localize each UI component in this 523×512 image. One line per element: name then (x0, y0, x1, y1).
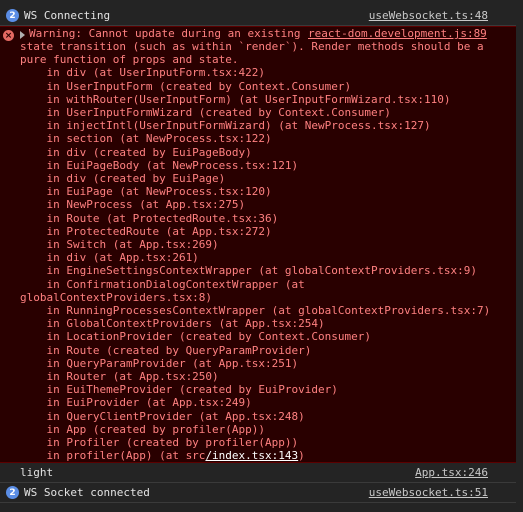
source-link[interactable]: /index.tsx:143 (205, 449, 298, 462)
stack-line: in App (created by profiler(App)) (20, 422, 266, 436)
warning-headline: Warning: Cannot update during an existin… (29, 27, 301, 40)
console-row-ws-connected[interactable]: 2 WS Socket connected useWebsocket.ts:51 (0, 483, 523, 503)
stack-line: in EngineSettingsContextWrapper (at glob… (20, 264, 477, 278)
console-row-warning[interactable]: × Warning: Cannot update during an exist… (0, 26, 523, 463)
repeat-count-badge: 2 (6, 486, 19, 499)
stack-line: in EuiThemeProvider (created by EuiProvi… (20, 383, 338, 397)
stack-line: in ProtectedRoute (at App.tsx:272) (20, 224, 272, 238)
stack-line: in withRouter(UserInputForm) (at UserInp… (20, 92, 451, 106)
stack-line: in LocationProvider (created by Context.… (20, 330, 371, 344)
stack-line: in GlobalContextProviders (at App.tsx:25… (20, 317, 325, 331)
stack-line: in div (at App.tsx:261) (20, 251, 199, 265)
stack-line: in Route (created by QueryParamProvider) (20, 343, 312, 357)
stack-line: in EuiProvider (at App.tsx:249) (20, 396, 252, 410)
scrollbar-track[interactable] (516, 0, 523, 512)
stack-line: in div (created by EuiPage) (20, 172, 226, 186)
expand-triangle-icon[interactable] (20, 31, 25, 39)
stack-line: in UserInputFormWizard (created by Conte… (20, 106, 391, 120)
stack-line: in div (at UserInputForm.tsx:422) (20, 66, 266, 80)
stack-line: in Switch (at App.tsx:269) (20, 238, 219, 252)
stack-line: in RunningProcessesContextWrapper (at gl… (20, 304, 491, 318)
source-link[interactable]: react-dom.development.js:89 (308, 27, 487, 40)
source-link[interactable]: App.tsx:246 (415, 466, 488, 479)
repeat-count-badge: 2 (6, 9, 19, 22)
stack-line: in Route (at ProtectedRoute.tsx:36) (20, 211, 279, 225)
log-message: WS Connecting (24, 9, 111, 22)
stack-line: in UserInputForm (created by Context.Con… (20, 79, 352, 93)
stack-line: in ConfirmationDialogContextWrapper (at (20, 277, 305, 291)
stack-line: in Profiler (created by profiler(App)) (20, 436, 299, 450)
warning-stack-trace: state transition (such as within `render… (20, 40, 490, 463)
stack-line-suffix: ) (298, 449, 305, 463)
error-x-icon: × (3, 30, 14, 41)
stack-line: in Router (at App.tsx:250) (20, 370, 219, 384)
stack-line: in NewProcess (at App.tsx:275) (20, 198, 246, 212)
stack-line: in QueryParamProvider (at App.tsx:251) (20, 356, 299, 370)
stack-line: globalContextProviders.tsx:8) (20, 290, 213, 304)
stack-line: state transition (such as within `render… (20, 40, 484, 53)
stack-line: pure function of props and state. (20, 53, 239, 67)
stack-line: in section (at NewProcess.tsx:122) (20, 132, 272, 146)
console-row-light[interactable]: light App.tsx:246 (0, 463, 523, 483)
log-message: WS Socket connected (24, 486, 150, 499)
stack-line: in injectIntl(UserInputFormWizard) (at N… (20, 119, 431, 133)
source-link[interactable]: useWebsocket.ts:48 (369, 9, 488, 22)
stack-line: in EuiPage (at NewProcess.tsx:120) (20, 185, 272, 199)
stack-line: in QueryClientProvider (at App.tsx:248) (20, 409, 305, 423)
devtools-console: 2 WS Connecting useWebsocket.ts:48 × War… (0, 0, 523, 512)
stack-line-prefix: in profiler(App) (at src (20, 449, 206, 463)
stack-line: in EuiPageBody (at NewProcess.tsx:121) (20, 158, 299, 172)
stack-line: in div (created by EuiPageBody) (20, 145, 252, 159)
source-link[interactable]: useWebsocket.ts:51 (369, 486, 488, 499)
log-message: light (20, 466, 54, 479)
console-row-ws-connecting[interactable]: 2 WS Connecting useWebsocket.ts:48 (0, 6, 523, 26)
stack-line: in profiler(App) (at src/index.tsx:143) (20, 449, 490, 462)
